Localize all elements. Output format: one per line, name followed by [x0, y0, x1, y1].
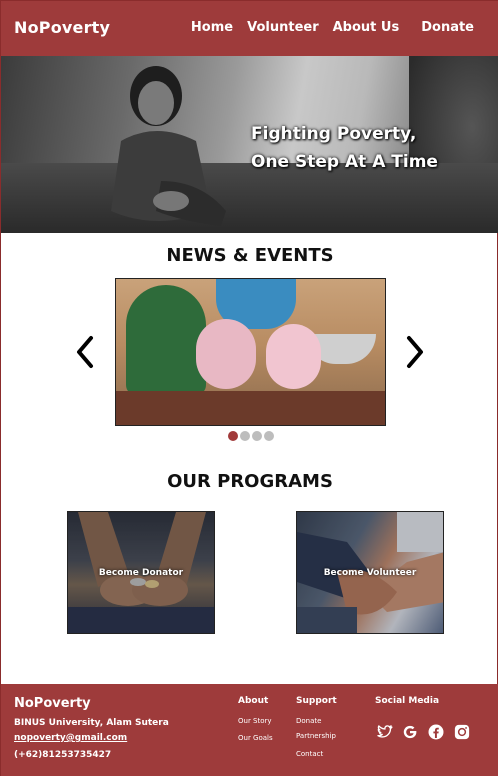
nav-links: Home Volunteer About Us Donate: [191, 20, 474, 35]
google-icon[interactable]: [401, 723, 419, 741]
page: NoPoverty Home Volunteer About Us Donate…: [0, 0, 498, 776]
carousel-dot-3[interactable]: [252, 431, 262, 441]
news-section-title: NEWS & EVENTS: [166, 245, 334, 266]
hero-child-figure: [111, 66, 226, 226]
footer-link-our-goals[interactable]: Our Goals: [238, 734, 273, 742]
nav-volunteer[interactable]: Volunteer: [247, 20, 319, 35]
footer-about-title: About: [238, 696, 269, 706]
footer-email-link[interactable]: nopoverty@gmail.com: [14, 733, 127, 743]
carousel-next-icon[interactable]: [403, 334, 427, 370]
footer-link-contact[interactable]: Contact: [296, 750, 323, 758]
become-donator-card[interactable]: Become Donator: [67, 511, 215, 634]
instagram-icon[interactable]: [453, 723, 471, 741]
carousel-dot-4[interactable]: [264, 431, 274, 441]
carousel-prev-icon[interactable]: [73, 334, 97, 370]
carousel-child-shape: [196, 319, 256, 389]
hero-banner: Fighting Poverty, One Step At A Time: [1, 56, 498, 233]
hero-headline-line1: Fighting Poverty,: [251, 124, 417, 144]
footer-address: BINUS University, Alam Sutera: [14, 718, 169, 728]
hero-headline-line2: One Step At A Time: [251, 152, 438, 172]
twitter-icon[interactable]: [375, 723, 393, 741]
footer-support-title: Support: [296, 696, 337, 706]
nav-home[interactable]: Home: [191, 20, 233, 35]
footer-brand: NoPoverty: [14, 696, 91, 711]
carousel-mat-shape: [116, 391, 385, 425]
programs-section-title: OUR PROGRAMS: [167, 471, 333, 492]
carousel-dot-2[interactable]: [240, 431, 250, 441]
brand-logo[interactable]: NoPoverty: [14, 18, 110, 37]
carousel-dots: [228, 431, 274, 441]
become-donator-label: Become Donator: [98, 568, 184, 578]
become-volunteer-card[interactable]: Become Volunteer: [296, 511, 444, 634]
carousel-dot-1[interactable]: [228, 431, 238, 441]
footer-social-title: Social Media: [375, 696, 440, 706]
nav-about-us[interactable]: About Us: [333, 20, 400, 35]
carousel-image: [115, 278, 386, 426]
carousel-figure-shape: [126, 285, 206, 395]
navbar: NoPoverty Home Volunteer About Us Donate: [1, 1, 498, 56]
become-volunteer-label: Become Volunteer: [323, 568, 417, 578]
carousel-child-shape: [266, 324, 321, 389]
social-icons: [375, 723, 471, 741]
facebook-icon[interactable]: [427, 723, 445, 741]
nav-donate[interactable]: Donate: [421, 20, 474, 35]
hero-headline: Fighting Poverty, One Step At A Time: [251, 120, 438, 176]
footer-link-partnership[interactable]: Partnership: [296, 732, 336, 740]
footer-link-our-story[interactable]: Our Story: [238, 717, 272, 725]
footer-phone: (+62)81253735427: [14, 750, 112, 760]
footer: NoPoverty BINUS University, Alam Sutera …: [1, 684, 498, 776]
footer-link-donate[interactable]: Donate: [296, 717, 321, 725]
